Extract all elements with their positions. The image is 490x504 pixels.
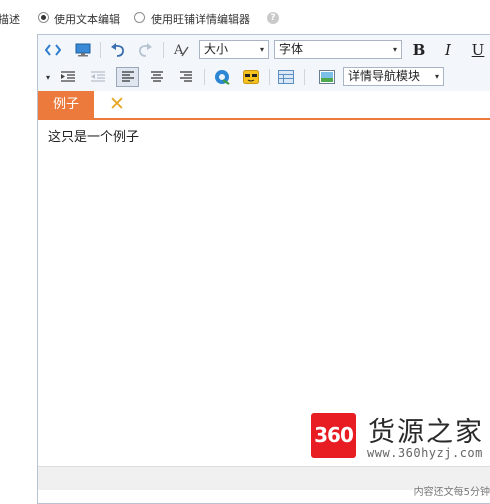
chevron-down-icon: ▾ <box>392 45 397 54</box>
tab-example[interactable]: 例子 <box>38 91 94 118</box>
format-painter-icon[interactable]: A <box>171 40 191 60</box>
footer-text: 内容还文每5分钟 <box>413 487 490 498</box>
font-size-select[interactable]: 大小 ▾ <box>199 40 269 59</box>
close-icon[interactable]: ✕ <box>106 92 128 116</box>
indent-icon[interactable] <box>58 67 78 87</box>
text-editor-radio[interactable] <box>38 12 49 23</box>
chevron-down-icon: ▾ <box>259 45 264 54</box>
nav-module-select[interactable]: 详情导航模块 ▾ <box>343 67 444 86</box>
align-center-button[interactable] <box>147 67 167 87</box>
editor-toolbar: A 大小 ▾ 字体 ▾ B I U ▾ 详情导航模块 ▾ <box>38 35 490 91</box>
chevron-down-icon: ▾ <box>434 72 439 81</box>
watermark-url: www.360hyzj.com <box>367 446 483 460</box>
table-icon[interactable] <box>276 67 296 87</box>
shop-editor-radio[interactable] <box>134 12 145 23</box>
shop-editor-option-label[interactable]: 使用旺铺详情编辑器 <box>151 11 250 27</box>
source-code-icon[interactable] <box>43 40 63 60</box>
align-right-button[interactable] <box>176 67 196 87</box>
outdent-icon[interactable] <box>88 67 108 87</box>
watermark-title: 货源之家 <box>368 417 484 448</box>
align-left-button[interactable] <box>116 67 139 87</box>
tab-underline <box>38 118 490 120</box>
link-icon[interactable] <box>212 67 232 87</box>
watermark-logo: 360 <box>311 413 356 458</box>
text-editor-option-label[interactable]: 使用文本编辑 <box>54 11 120 27</box>
bold-button[interactable]: B <box>409 40 429 60</box>
editor-content[interactable]: 这只是一个例子 <box>48 126 139 145</box>
help-icon[interactable]: ? <box>267 12 279 24</box>
chevron-down-icon[interactable]: ▾ <box>38 67 58 87</box>
italic-button[interactable]: I <box>438 40 458 60</box>
description-label: 描述 <box>0 13 20 26</box>
preview-icon[interactable] <box>73 40 93 60</box>
underline-button[interactable]: U <box>468 40 488 60</box>
emoji-icon[interactable] <box>241 67 261 87</box>
font-family-select[interactable]: 字体 ▾ <box>274 40 402 59</box>
image-icon[interactable] <box>317 67 337 87</box>
undo-icon[interactable] <box>108 40 128 60</box>
redo-icon[interactable] <box>135 40 155 60</box>
